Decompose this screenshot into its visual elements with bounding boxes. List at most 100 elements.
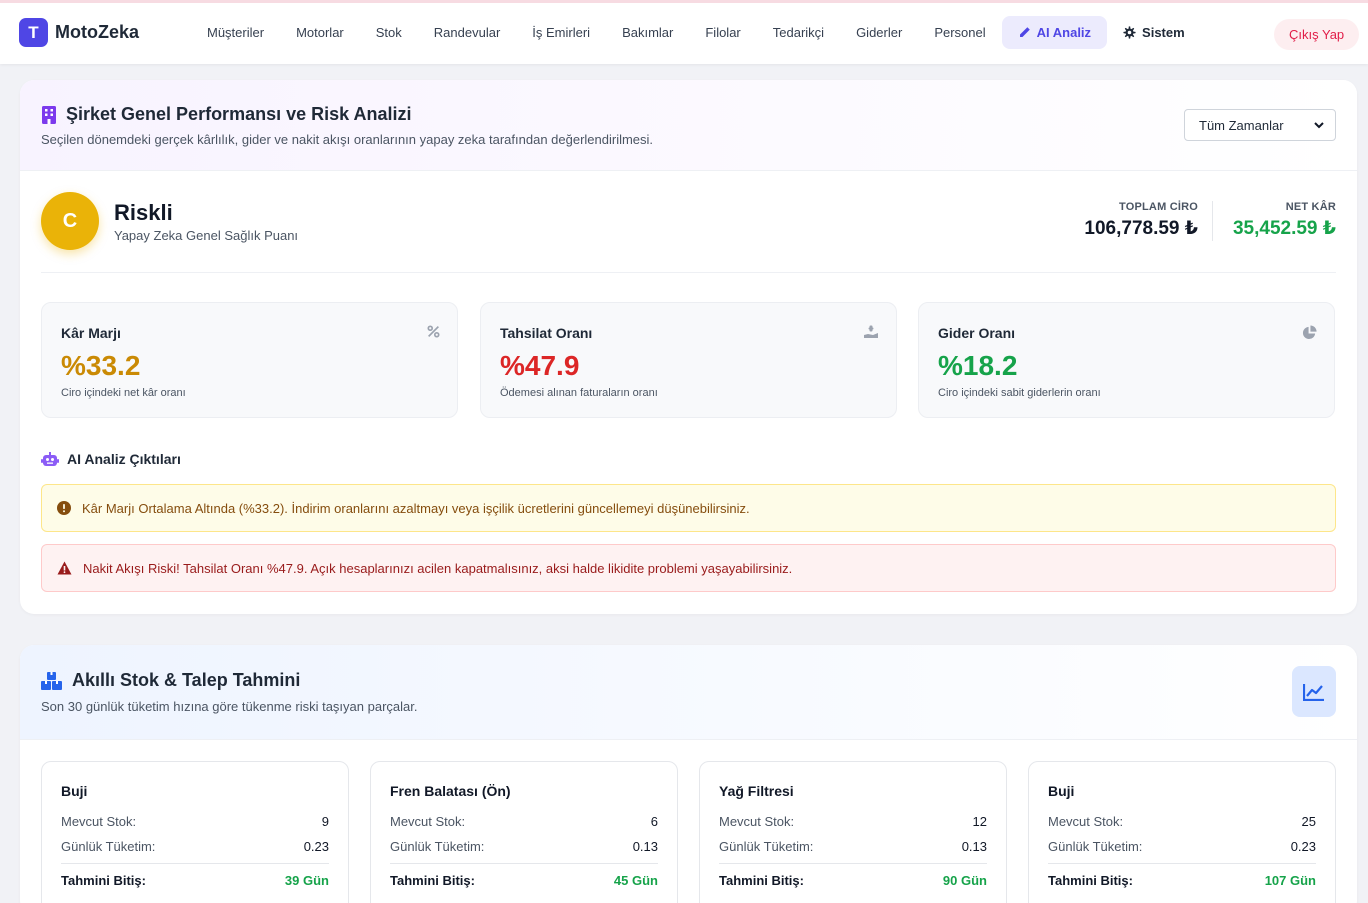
net-profit-label: NET KÂR — [1285, 201, 1336, 213]
estimated-depletion-label: Tahmini Bitiş: — [390, 873, 475, 888]
nav-item-musteriler[interactable]: Müşteriler — [191, 16, 280, 49]
brand[interactable]: T MotoZeka — [19, 18, 139, 47]
alert-danger: Nakit Akışı Riski! Tahsilat Oranı %47.9.… — [41, 544, 1336, 592]
stock-title: Akıllı Stok & Talep Tahmini — [41, 670, 300, 691]
health-status: Riskli — [114, 200, 173, 225]
metric-label: Kâr Marjı — [61, 325, 121, 341]
robot-icon — [41, 451, 59, 466]
metric-value: %18.2 — [938, 350, 1018, 381]
performance-title: Şirket Genel Performansı ve Risk Analizi — [41, 104, 411, 125]
current-stock-label: Mevcut Stok: — [390, 814, 466, 829]
divider — [719, 863, 987, 864]
stock-item-name: Fren Balatası (Ön) — [390, 783, 511, 799]
current-stock-row: Mevcut Stok: 9 — [61, 814, 329, 829]
current-stock-value: 12 — [972, 814, 987, 829]
boxes-icon — [41, 671, 62, 690]
nav-item-filolar[interactable]: Filolar — [689, 16, 756, 49]
net-profit-value: 35,452.59 ₺ — [1232, 218, 1336, 239]
daily-consumption-row: Günlük Tüketim: 0.23 — [1048, 839, 1316, 854]
hand-holding-dollar-icon — [864, 325, 878, 338]
metric-note: Ciro içindeki sabit giderlerin oranı — [938, 387, 1101, 399]
metric-label: Tahsilat Oranı — [500, 325, 593, 341]
daily-consumption-value: 0.23 — [303, 839, 329, 854]
nav-item-ai-analiz[interactable]: AI Analiz — [1001, 16, 1108, 49]
current-stock-value: 25 — [1301, 814, 1316, 829]
metric-card-collection-rate: Tahsilat Oranı %47.9 Ödemesi alınan fatu… — [480, 302, 897, 418]
performance-card-header: Şirket Genel Performansı ve Risk Analizi… — [20, 80, 1357, 171]
stock-item-card: Buji Mevcut Stok: 25 Günlük Tüketim: 0.23 … — [1028, 761, 1336, 903]
estimated-depletion-value: 90 Gün — [942, 873, 987, 888]
daily-consumption-row: Günlük Tüketim: 0.23 — [61, 839, 329, 854]
current-stock-value: 6 — [650, 814, 658, 829]
metric-card-profit-margin: Kâr Marjı %33.2 Ciro içindeki net kâr or… — [41, 302, 458, 418]
current-stock-row: Mevcut Stok: 12 — [719, 814, 987, 829]
ai-outputs-title-text: AI Analiz Çıktıları — [67, 451, 181, 467]
logout-button[interactable]: Çıkış Yap — [1274, 19, 1360, 50]
stock-item-card: Buji Mevcut Stok: 9 Günlük Tüketim: 0.23 T… — [41, 761, 349, 903]
stock-item-card: Fren Balatası (Ön) Mevcut Stok: 6 Günlük … — [370, 761, 678, 903]
stock-subtitle: Son 30 günlük tüketim hızına göre tükenm… — [41, 699, 418, 714]
daily-consumption-label: Günlük Tüketim: — [1048, 839, 1143, 854]
current-stock-row: Mevcut Stok: 6 — [390, 814, 658, 829]
total-revenue-value: 106,778.59 ₺ — [1084, 218, 1198, 239]
daily-consumption-label: Günlük Tüketim: — [390, 839, 485, 854]
divider — [41, 272, 1336, 273]
alert-warning: Kâr Marjı Ortalama Altında (%33.2). İndi… — [41, 484, 1336, 532]
total-revenue: TOPLAM CİRO 106,778.59 ₺ — [1084, 201, 1198, 240]
metric-value: %33.2 — [61, 350, 141, 381]
metric-card-expense-rate: Gider Oranı %18.2 Ciro içindeki sabit gi… — [918, 302, 1335, 418]
daily-consumption-label: Günlük Tüketim: — [719, 839, 814, 854]
nav-item-tedarikci[interactable]: Tedarikçi — [757, 16, 840, 49]
top-navbar: T MotoZeka Müşteriler Motorlar Stok Rand… — [0, 0, 1368, 64]
daily-consumption-row: Günlük Tüketim: 0.13 — [390, 839, 658, 854]
estimated-depletion-row: Tahmini Bitiş: 107 Gün — [1048, 873, 1316, 888]
pie-chart-icon — [1302, 325, 1317, 340]
daily-consumption-value: 0.13 — [961, 839, 987, 854]
nav-item-sistem-label: Sistem — [1142, 25, 1185, 40]
current-stock-label: Mevcut Stok: — [719, 814, 795, 829]
nav-item-stok[interactable]: Stok — [360, 16, 418, 49]
current-stock-row: Mevcut Stok: 25 — [1048, 814, 1316, 829]
nav-item-motorlar[interactable]: Motorlar — [280, 16, 360, 49]
metric-note: Ödemesi alınan faturaların oranı — [500, 387, 658, 399]
percent-icon — [427, 325, 440, 338]
stock-item-name: Yağ Filtresi — [719, 783, 794, 799]
nav-item-sistem[interactable]: Sistem — [1107, 16, 1201, 49]
chevron-down-icon — [1314, 122, 1324, 129]
trend-chart-button[interactable] — [1292, 666, 1336, 717]
nav-item-giderler[interactable]: Giderler — [840, 16, 918, 49]
pencil-icon — [1019, 27, 1030, 37]
estimated-depletion-row: Tahmini Bitiş: 90 Gün — [719, 873, 987, 888]
current-stock-label: Mevcut Stok: — [1048, 814, 1124, 829]
estimated-depletion-label: Tahmini Bitiş: — [719, 873, 804, 888]
metric-value: %47.9 — [500, 350, 580, 381]
nav-item-personel[interactable]: Personel — [918, 16, 1001, 49]
nav-item-bakimlar[interactable]: Bakımlar — [606, 16, 689, 49]
current-stock-label: Mevcut Stok: — [61, 814, 137, 829]
total-revenue-label: TOPLAM CİRO — [1119, 201, 1198, 213]
period-select[interactable]: Tüm Zamanlar — [1184, 109, 1336, 141]
daily-consumption-label: Günlük Tüketim: — [61, 839, 156, 854]
net-profit: NET KÂR 35,452.59 ₺ — [1233, 201, 1336, 240]
nav-menu: Müşteriler Motorlar Stok Randevular İş E… — [191, 16, 1201, 49]
ai-outputs-title: AI Analiz Çıktıları — [41, 451, 181, 467]
estimated-depletion-value: 39 Gün — [284, 873, 329, 888]
warning-triangle-icon — [57, 561, 72, 575]
stock-forecast-card: Akıllı Stok & Talep Tahmini Son 30 günlü… — [20, 645, 1357, 903]
stock-item-name: Buji — [1048, 783, 1075, 799]
gear-icon — [1123, 26, 1136, 39]
stock-item-card: Yağ Filtresi Mevcut Stok: 12 Günlük Tüket… — [699, 761, 1007, 903]
period-select-value: Tüm Zamanlar — [1199, 117, 1284, 133]
alert-danger-text: Nakit Akışı Riski! Tahsilat Oranı %47.9.… — [83, 560, 793, 576]
stock-item-name: Buji — [61, 783, 88, 799]
brand-name: MotoZeka — [55, 22, 140, 42]
divider — [390, 863, 658, 864]
kpi-divider — [1212, 201, 1213, 241]
nav-item-randevular[interactable]: Randevular — [418, 16, 517, 49]
performance-card: Şirket Genel Performansı ve Risk Analizi… — [20, 80, 1357, 614]
estimated-depletion-label: Tahmini Bitiş: — [61, 873, 146, 888]
current-stock-value: 9 — [321, 814, 329, 829]
estimated-depletion-label: Tahmini Bitiş: — [1048, 873, 1133, 888]
nav-item-is-emirleri[interactable]: İş Emirleri — [516, 16, 606, 49]
daily-consumption-row: Günlük Tüketim: 0.13 — [719, 839, 987, 854]
